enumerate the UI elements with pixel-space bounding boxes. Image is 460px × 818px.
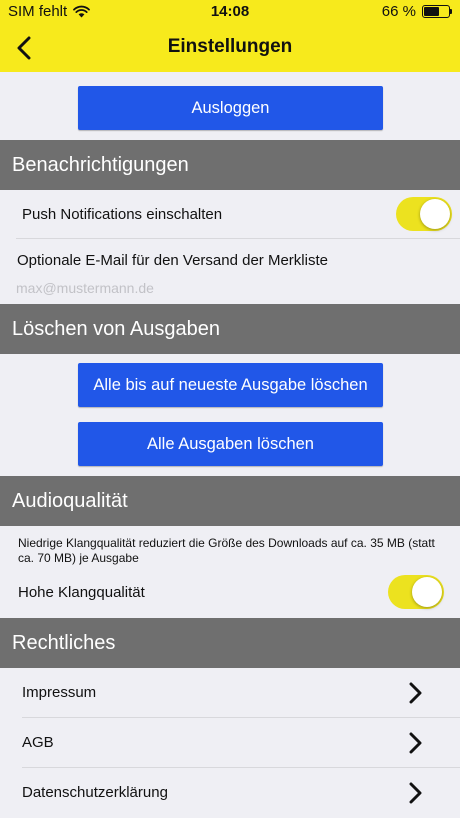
legal-item-impressum[interactable]: Impressum: [0, 668, 460, 718]
legal-item-agb[interactable]: AGB: [0, 718, 460, 768]
legal-item-datenschutz[interactable]: Datenschutzerklärung: [0, 768, 460, 818]
chevron-right-icon: [409, 682, 422, 704]
email-label: Optionale E-Mail für den Versand der Mer…: [17, 252, 328, 269]
legal-item-label: Impressum: [22, 684, 97, 701]
push-notifications-toggle[interactable]: [396, 197, 452, 231]
high-quality-label: Hohe Klangqualität: [18, 584, 145, 601]
toggle-knob: [412, 577, 442, 607]
page-title: Einstellungen: [167, 36, 293, 57]
delete-all-but-newest-button[interactable]: Alle bis auf neueste Ausgabe löschen: [78, 363, 383, 407]
audio-description: Niedrige Klangqualität reduziert die Grö…: [18, 536, 435, 565]
section-header-audio: Audioqualität: [0, 476, 460, 526]
high-quality-toggle[interactable]: [388, 575, 444, 609]
chevron-right-icon: [409, 782, 422, 804]
battery-percent: 66 %: [381, 3, 416, 20]
toggle-knob: [420, 199, 450, 229]
chevron-right-icon: [409, 732, 422, 754]
push-notifications-label: Push Notifications einschalten: [22, 206, 223, 223]
legal-item-label: AGB: [22, 734, 54, 751]
section-header-notifications: Benachrichtigungen: [0, 140, 460, 190]
status-right: 66 %: [382, 3, 452, 20]
app-header: SIM fehlt 14:08 66 % Einstellungen: [0, 0, 460, 72]
section-header-delete: Löschen von Ausgaben: [0, 304, 460, 354]
logout-button[interactable]: Ausloggen: [78, 86, 383, 130]
email-field[interactable]: [16, 278, 436, 298]
legal-item-label: Datenschutzerklärung: [22, 784, 168, 801]
status-bar: SIM fehlt 14:08 66 %: [0, 0, 460, 24]
delete-all-button[interactable]: Alle Ausgaben löschen: [78, 422, 383, 466]
battery-icon: [422, 5, 452, 18]
divider: [16, 238, 460, 239]
section-header-legal: Rechtliches: [0, 618, 460, 668]
